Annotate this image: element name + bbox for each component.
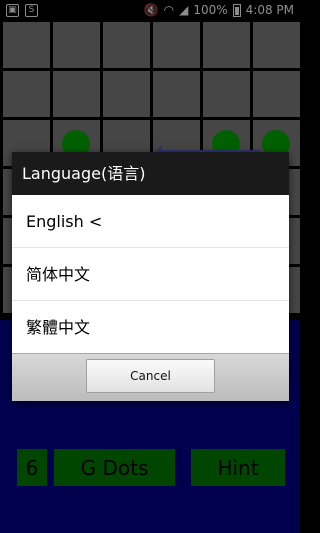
language-option-simplified-chinese[interactable]: 简体中文 <box>12 248 289 301</box>
language-dialog: Language(语言) English < 简体中文 繁體中文 Cancel <box>12 152 289 401</box>
language-option-english[interactable]: English < <box>12 195 289 248</box>
cancel-button[interactable]: Cancel <box>86 359 215 393</box>
language-option-traditional-chinese[interactable]: 繁體中文 <box>12 301 289 354</box>
dialog-title: Language(语言) <box>12 152 289 195</box>
dialog-footer: Cancel <box>12 353 289 401</box>
